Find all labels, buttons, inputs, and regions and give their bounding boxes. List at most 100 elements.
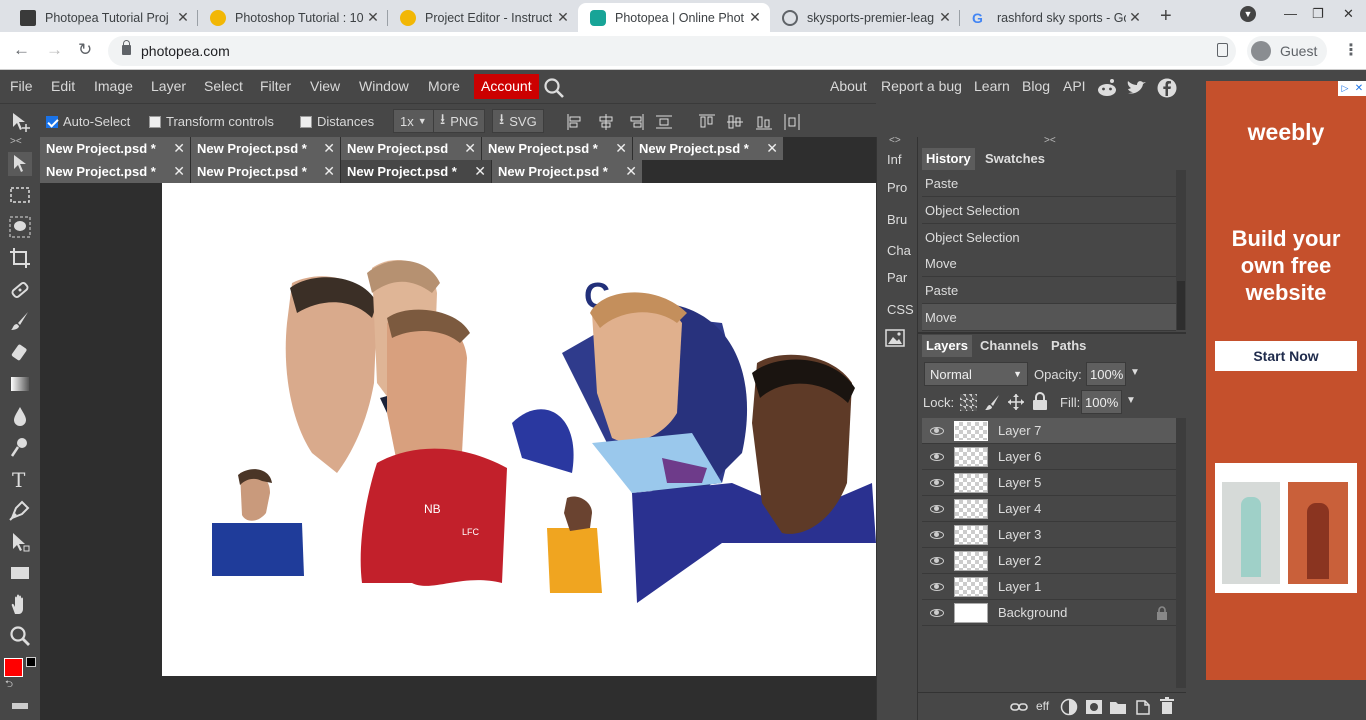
close-tab-icon[interactable]: ✕ [364,9,382,26]
panel-brush-button[interactable]: Bru [887,212,907,227]
link-api[interactable]: API [1063,78,1086,94]
visibility-eye-icon[interactable] [930,608,944,617]
marquee-tool-icon[interactable] [8,183,32,207]
path-select-tool-icon[interactable] [8,530,32,554]
zoom-tool-icon[interactable] [8,624,32,648]
visibility-eye-icon[interactable] [930,530,944,539]
close-tab-icon[interactable]: ✕ [1126,9,1144,26]
menu-filter[interactable]: Filter [260,78,291,94]
link-layers-icon[interactable] [1010,701,1028,713]
facebook-icon[interactable] [1157,78,1177,98]
layer-row[interactable]: Layer 4 [922,496,1176,522]
image-canvas[interactable]: C NB LFC [162,183,876,676]
transform-controls-checkbox[interactable]: Transform controls [149,114,274,129]
doc-tab[interactable]: New Project.psd * ✕ [633,137,783,160]
browser-tab-5[interactable]: skysports-premier-leag ✕ [770,3,960,32]
visibility-eye-icon[interactable] [930,556,944,565]
reload-icon[interactable]: ↻ [78,40,92,60]
tab-channels[interactable]: Channels [976,335,1043,357]
close-icon[interactable]: ✕ [615,140,627,157]
close-icon[interactable]: ✕ [323,163,335,180]
menu-file[interactable]: File [10,78,33,94]
visibility-eye-icon[interactable] [930,426,944,435]
omnibox[interactable]: photopea.com [108,36,1236,66]
layer-mask-icon[interactable] [1085,699,1103,715]
close-tab-icon[interactable]: ✕ [936,9,954,26]
tab-layers[interactable]: Layers [922,335,972,357]
visibility-eye-icon[interactable] [930,478,944,487]
history-item[interactable]: Paste [922,170,1176,197]
close-tab-icon[interactable]: ✕ [746,9,764,26]
lasso-tool-icon[interactable] [8,215,32,239]
zoom-dropdown[interactable]: 1x ▼ [393,109,434,133]
menu-window[interactable]: Window [359,78,409,94]
history-item[interactable]: Paste [922,277,1176,304]
history-item[interactable]: Move [922,250,1176,277]
search-icon[interactable] [543,77,565,99]
hand-tool-icon[interactable] [8,593,32,617]
tab-swatches[interactable]: Swatches [981,148,1049,170]
menu-edit[interactable]: Edit [51,78,75,94]
collapse-panel-icon[interactable]: <> [889,135,901,146]
layer-row-background[interactable]: Background [922,600,1176,626]
account-button[interactable]: Account [474,74,539,99]
shape-tool-icon[interactable] [8,561,32,585]
type-tool-icon[interactable]: T [8,467,32,491]
browser-tab-1[interactable]: Photopea Tutorial Proj ✕ [8,3,198,32]
distances-checkbox[interactable]: Distances [300,114,374,129]
default-colors-icon[interactable] [26,657,36,667]
doc-tab[interactable]: New Project.psd * ✕ [191,137,340,160]
ad-close-icon[interactable]: ✕ [1352,81,1366,96]
doc-tab[interactable]: New Project.psd * ✕ [492,160,642,183]
menu-image[interactable]: Image [94,78,133,94]
adjustment-layer-icon[interactable] [1060,698,1078,716]
close-icon[interactable]: ✕ [464,140,476,157]
history-item[interactable]: Object Selection [922,197,1176,224]
layers-scrollbar[interactable] [1176,418,1186,688]
back-icon[interactable]: ← [13,40,30,60]
menu-more[interactable]: More [428,78,460,94]
close-tab-icon[interactable]: ✕ [174,9,192,26]
lock-all-icon[interactable] [1032,392,1048,411]
more-vert-icon[interactable]: ⋮ [1343,40,1359,60]
lock-position-icon[interactable] [1007,393,1025,411]
panel-character-button[interactable]: Cha [887,243,911,258]
adchoices-icon[interactable]: ▷ [1338,81,1352,96]
history-item-current[interactable]: Move [922,304,1176,331]
visibility-eye-icon[interactable] [930,452,944,461]
align-right-icon[interactable] [627,113,645,131]
visibility-eye-icon[interactable] [930,582,944,591]
lock-pixels-icon[interactable] [984,393,1002,411]
panel-paragraph-button[interactable]: Par [887,270,907,285]
history-scrollbar[interactable] [1176,170,1186,330]
foreground-color-swatch[interactable] [4,658,23,677]
browser-tab-2[interactable]: Photoshop Tutorial : 10 ✕ [198,3,388,32]
close-tab-icon[interactable]: ✕ [554,9,572,26]
layer-row[interactable]: Layer 5 [922,470,1176,496]
doc-tab[interactable]: New Project.psd ✕ [341,137,481,160]
twitter-icon[interactable] [1126,79,1148,97]
visibility-eye-icon[interactable] [930,504,944,513]
link-learn[interactable]: Learn [974,78,1010,94]
dodge-tool-icon[interactable] [8,435,32,459]
panel-info-button[interactable]: Inf [887,152,901,167]
tab-paths[interactable]: Paths [1047,335,1090,357]
link-about[interactable]: About [830,78,867,94]
crop-tool-icon[interactable] [8,246,32,270]
panel-properties-button[interactable]: Pro [887,180,907,195]
fill-input[interactable]: 100% [1081,390,1122,414]
doc-tab[interactable]: New Project.psd * ✕ [191,160,340,183]
collapse-panel-icon[interactable]: >< [1044,135,1056,146]
lock-transparency-icon[interactable] [960,394,977,411]
browser-tab-3[interactable]: Project Editor - Instruct ✕ [388,3,578,32]
align-center-icon[interactable] [597,113,615,131]
close-icon[interactable]: ✕ [173,163,185,180]
doc-tab[interactable]: New Project.psd * ✕ [482,137,632,160]
new-group-icon[interactable] [1109,699,1127,715]
profile-button[interactable]: Guest [1247,36,1327,66]
advertisement[interactable]: ▷ ✕ weebly Build your own free website S… [1206,81,1366,680]
new-layer-icon[interactable] [1134,697,1152,715]
pen-tool-icon[interactable] [8,498,32,522]
close-icon[interactable]: ✕ [474,163,486,180]
browser-tab-4[interactable]: Photopea | Online Phot ✕ [578,3,770,32]
